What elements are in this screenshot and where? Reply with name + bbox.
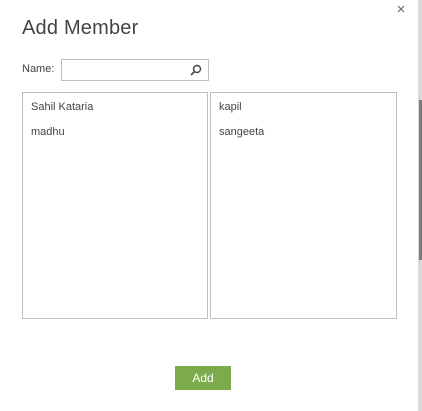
name-label: Name: [22, 63, 55, 75]
list-item[interactable]: sangeeta [211, 123, 396, 141]
selected-members-list[interactable]: kapil sangeeta [210, 92, 397, 319]
search-icon[interactable] [190, 64, 202, 76]
add-member-dialog: × Add Member Name: Sahil Kataria madhu k… [0, 0, 418, 411]
available-members-list[interactable]: Sahil Kataria madhu [22, 92, 208, 319]
name-search-input[interactable] [62, 60, 194, 80]
list-item[interactable]: madhu [23, 123, 207, 141]
name-search-box[interactable] [61, 59, 209, 81]
close-icon[interactable]: × [394, 2, 408, 18]
dialog-title: Add Member [22, 17, 139, 39]
list-item[interactable]: Sahil Kataria [23, 98, 207, 116]
list-item[interactable]: kapil [211, 98, 396, 116]
add-button[interactable]: Add [175, 366, 231, 390]
